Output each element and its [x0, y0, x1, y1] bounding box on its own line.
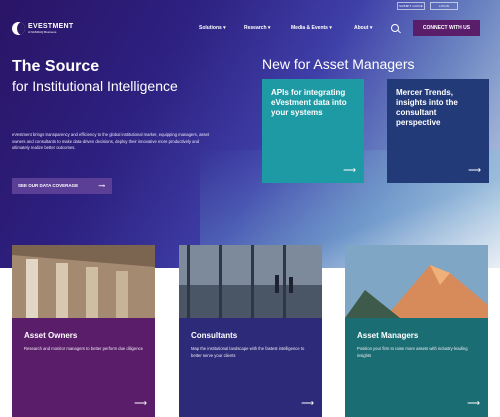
arrow-right-icon: ⟶	[134, 398, 147, 408]
utility-bar: SUBMIT GUIDE LOGIN	[0, 0, 500, 12]
nav-about[interactable]: About ▾	[354, 25, 372, 31]
card-apis[interactable]: APIs for integrating eVestment data into…	[262, 79, 364, 183]
arrow-right-icon: ⟶	[301, 398, 314, 408]
data-coverage-label: SEE OUR DATA COVERAGE	[18, 183, 79, 188]
nav-solutions[interactable]: Solutions ▾	[199, 25, 226, 31]
logo-mark-icon	[12, 22, 25, 35]
card-apis-title: APIs for integrating eVestment data into…	[271, 88, 347, 117]
tile-consultants-title: Consultants	[191, 331, 238, 340]
arrow-right-icon: ⟶	[468, 165, 481, 175]
logo-tagline: A NASDAQ Business	[28, 30, 57, 34]
search-icon[interactable]	[391, 24, 399, 32]
login-link[interactable]: LOGIN	[430, 2, 458, 10]
arrow-right-icon: ⟶	[343, 165, 356, 175]
tile-asset-owners[interactable]: Asset Owners Research and monitor manage…	[12, 245, 155, 417]
nav-research[interactable]: Research ▾	[244, 25, 270, 31]
arrow-right-icon: ⟶	[467, 398, 480, 408]
nav-media-events[interactable]: Media & Events ▾	[291, 25, 332, 31]
columns-image	[12, 245, 155, 318]
tile-asset-managers[interactable]: Asset Managers Position your firm to rai…	[345, 245, 488, 417]
hero-description: eVestment brings transparency and effici…	[12, 132, 210, 150]
hero-title: The Source	[12, 58, 100, 75]
mountain-image	[345, 245, 488, 318]
tile-asset-owners-title: Asset Owners	[24, 331, 78, 340]
arrow-right-icon: ⟶	[98, 183, 105, 188]
hero-subtitle: for Institutional Intelligence	[12, 78, 178, 94]
data-coverage-button[interactable]: SEE OUR DATA COVERAGE ⟶	[12, 178, 112, 194]
submit-guide-link[interactable]: SUBMIT GUIDE	[397, 2, 425, 10]
connect-button[interactable]: CONNECT WITH US	[413, 20, 480, 36]
card-mercer[interactable]: Mercer Trends, insights into the consult…	[387, 79, 489, 183]
card-mercer-title: Mercer Trends, insights into the consult…	[396, 88, 458, 127]
tile-consultants[interactable]: Consultants Map the institutional landsc…	[179, 245, 322, 417]
new-section-heading: New for Asset Managers	[262, 56, 415, 72]
tile-asset-managers-title: Asset Managers	[357, 331, 419, 340]
tile-consultants-text: Map the institutional landscape with the…	[191, 346, 305, 358]
logo[interactable]: EVESTMENT A NASDAQ Business	[12, 22, 73, 35]
tile-asset-owners-text: Research and monitor managers to better …	[24, 346, 143, 351]
tile-asset-managers-text: Position your firm to raise more assets …	[357, 346, 468, 358]
office-image	[179, 245, 322, 318]
logo-name: EVESTMENT	[28, 23, 74, 30]
